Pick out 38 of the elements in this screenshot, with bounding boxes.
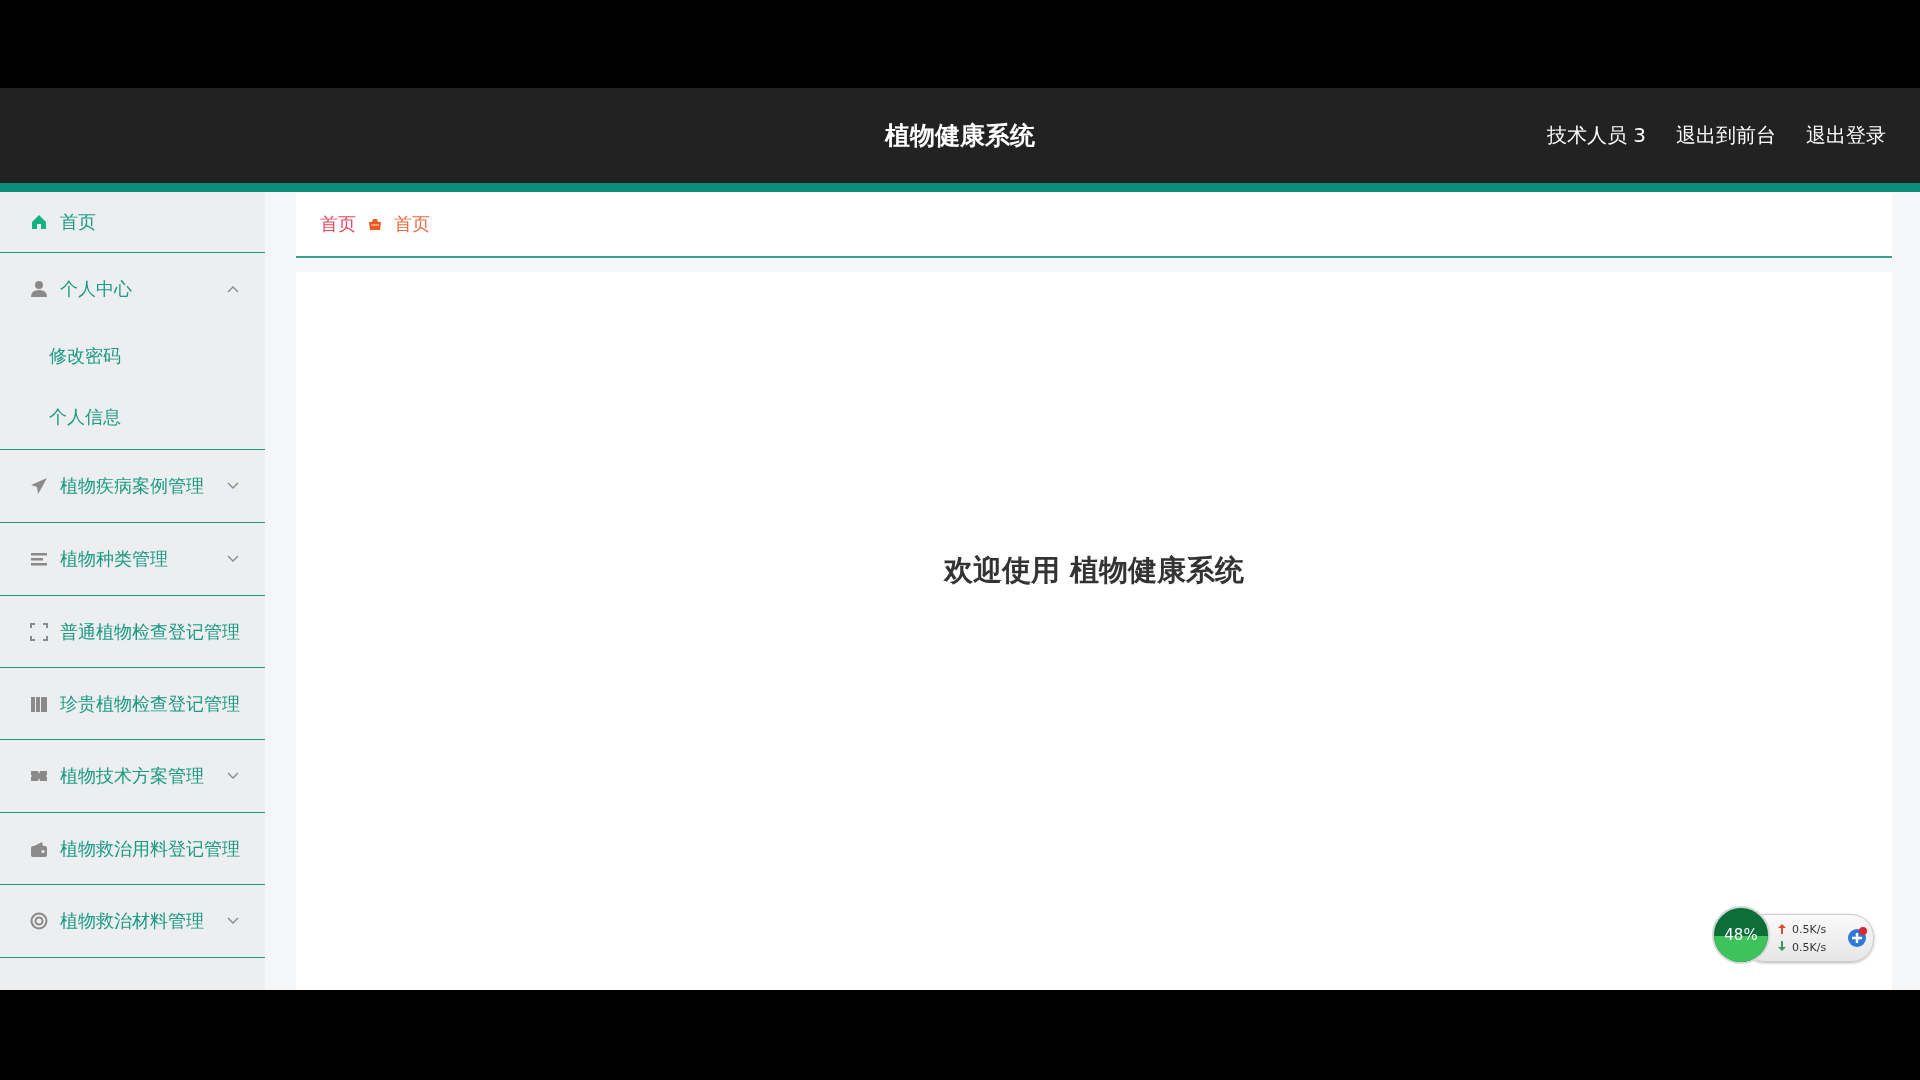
wallet-icon — [30, 839, 48, 858]
sidebar-item[interactable]: 普通植物检查登记管理 — [0, 596, 265, 668]
chevron-down-icon — [227, 917, 239, 925]
app-title: 植物健康系统 — [885, 120, 1035, 152]
sidebar-item[interactable]: 首页 — [0, 192, 265, 253]
basket-icon — [368, 217, 382, 231]
submenu-item[interactable]: 个人信息 — [49, 404, 121, 429]
chevron-down-icon — [227, 555, 239, 563]
sidebar-item[interactable]: 植物疾病案例管理 — [0, 450, 265, 522]
header-link[interactable]: 退出登录 — [1806, 122, 1886, 149]
plus-icon[interactable] — [1846, 926, 1868, 948]
header-link[interactable]: 退出到前台 — [1676, 122, 1776, 149]
download-speed: 0.5K/s — [1792, 941, 1827, 954]
chevron-up-icon — [227, 285, 239, 293]
ring-icon — [30, 912, 48, 930]
dashed-frame-icon — [30, 622, 48, 641]
breadcrumb-item[interactable]: 首页 — [320, 212, 356, 236]
sidebar-item[interactable]: 植物技术方案管理 — [0, 740, 265, 812]
sidebar-item[interactable]: 植物救治用料登记管理 — [0, 813, 265, 885]
sidebar-item[interactable]: 植物种类管理 — [0, 523, 265, 595]
book-icon — [30, 694, 48, 713]
breadcrumb-item: 首页 — [394, 212, 430, 236]
user-icon — [30, 280, 48, 298]
paper-plane-icon — [30, 477, 48, 495]
upload-arrow-icon — [1778, 924, 1786, 934]
download-arrow-icon — [1778, 941, 1786, 951]
upload-speed: 0.5K/s — [1792, 923, 1827, 936]
sidebar-item[interactable]: 珍贵植物检查登记管理 — [0, 668, 265, 740]
sidebar-item[interactable]: 个人中心 — [0, 253, 265, 325]
welcome-text: 欢迎使用 植物健康系统 — [943, 552, 1245, 589]
sidebar-item[interactable]: 植物救治材料管理 — [0, 885, 265, 957]
chevron-down-icon — [227, 482, 239, 490]
memory-percent: 48% — [1724, 926, 1758, 944]
home-icon — [30, 213, 48, 231]
submenu-item[interactable]: 修改密码 — [49, 343, 121, 368]
list-icon — [30, 550, 48, 568]
chevron-down-icon — [227, 772, 239, 780]
user-name: 技术人员 3 — [1546, 122, 1646, 149]
